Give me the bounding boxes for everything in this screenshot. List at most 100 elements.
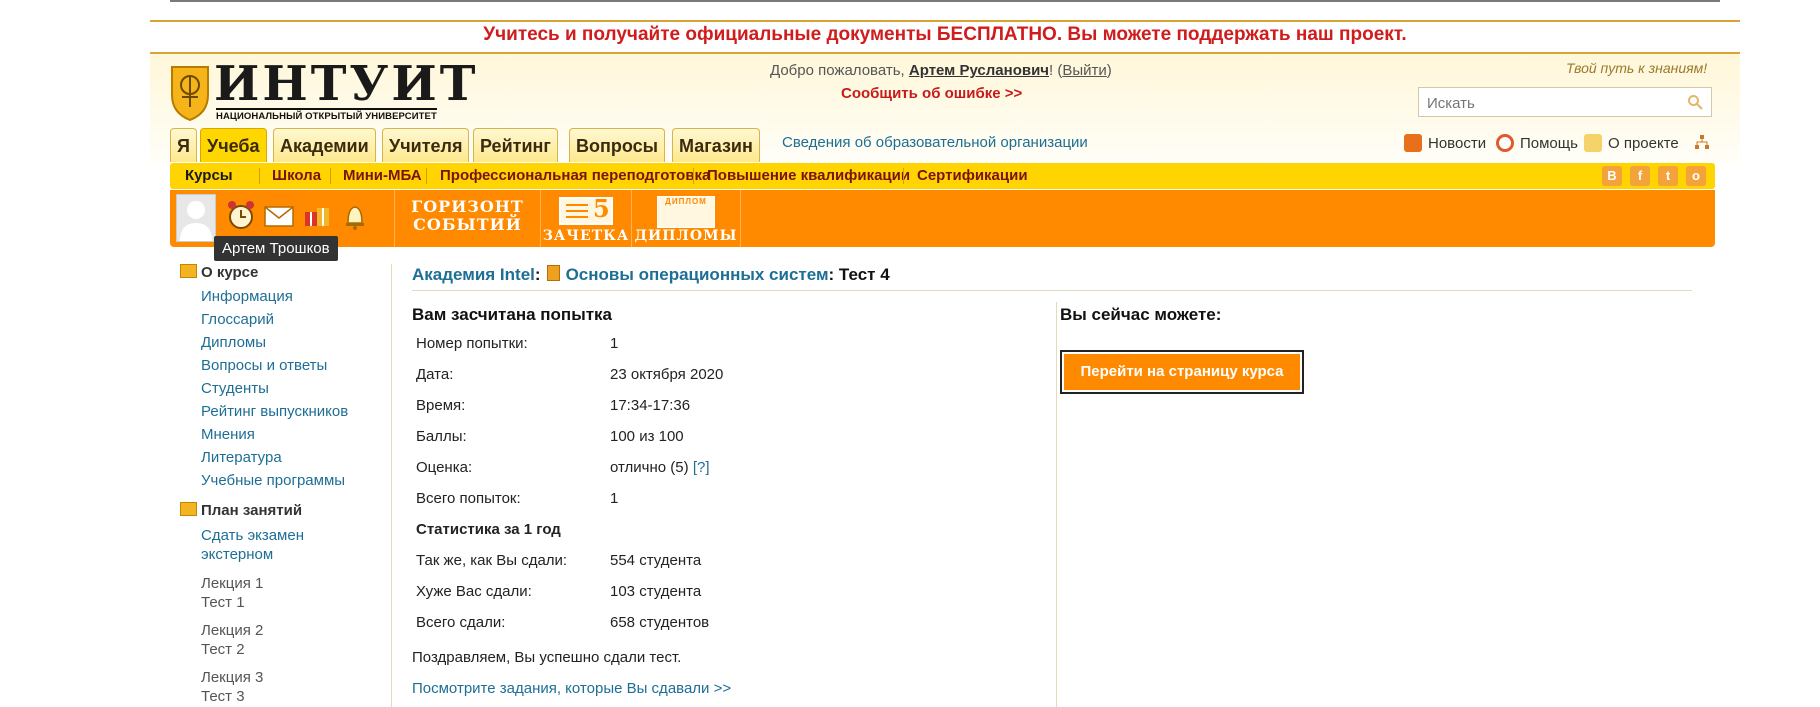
mail-icon[interactable]	[262, 198, 296, 232]
user-name-link[interactable]: Артем Русланович	[909, 62, 1049, 79]
intuit-logo[interactable]: ИНТУИТ НАЦИОНАЛЬНЫЙ ОТКРЫТЫЙ УНИВЕРСИТЕТ	[170, 56, 475, 124]
course-page-button[interactable]: Перейти на страницу курса	[1060, 350, 1304, 394]
view-tasks-link[interactable]: Посмотрите задания, которые Вы сдавали >…	[412, 680, 731, 697]
search-input[interactable]	[1425, 89, 1679, 117]
alarm-clock-icon[interactable]	[224, 198, 258, 232]
diploma-tag: ДИПЛОМ	[665, 197, 707, 206]
welcome-excl: !	[1049, 62, 1054, 79]
row-label: Время:	[416, 397, 466, 414]
breadcrumb: Академия Intel: Основы операционных систе…	[412, 265, 890, 285]
stats-row: Всего сдали: 658 студентов	[416, 614, 709, 631]
events-line1: ГОРИЗОНТ	[411, 197, 524, 216]
top-divider	[170, 0, 1720, 2]
row-value: 658 студентов	[610, 614, 710, 631]
lesson-1[interactable]: Лекция 1 Тест 1	[201, 574, 263, 612]
tab-teachers[interactable]: Учителя	[382, 128, 470, 162]
about-label: О проекте	[1608, 135, 1679, 152]
tab-study[interactable]: Учеба	[200, 128, 267, 162]
column-divider	[1056, 302, 1057, 707]
folder-icon	[180, 502, 197, 516]
breadcrumb-divider	[412, 290, 1692, 291]
grade-help-link[interactable]: [?]	[693, 459, 710, 476]
sidebar-item-diplomas[interactable]: Дипломы	[201, 333, 266, 352]
logout-link[interactable]: Выйти	[1062, 62, 1106, 79]
bell-icon[interactable]	[338, 198, 372, 232]
sub-menu: Курсы Школа Мини-МБА Профессиональная пе…	[170, 163, 1715, 189]
lecture-label: Лекция 3	[201, 669, 264, 686]
org-info-link[interactable]: Сведения об образовательной организации	[782, 134, 1088, 151]
submenu-courses[interactable]: Курсы	[185, 167, 233, 184]
tab-rating[interactable]: Рейтинг	[473, 128, 558, 162]
breadcrumb-course[interactable]: Основы операционных систем	[566, 265, 829, 284]
events-horizon-promo[interactable]: ГОРИЗОНТ СОБЫТИЙ	[394, 190, 540, 247]
row-value: 1	[610, 490, 619, 507]
diplomas-promo[interactable]: ДИПЛОМ ДИПЛОМЫ	[631, 190, 741, 247]
submenu-mini-mba[interactable]: Мини-МБА	[343, 167, 422, 184]
tab-shop[interactable]: Магазин	[672, 128, 760, 162]
lesson-3[interactable]: Лекция 3 Тест 3	[201, 668, 263, 706]
row-label: Всего сдали:	[416, 614, 506, 631]
user-tooltip: Артем Трошков	[214, 236, 338, 261]
row-value: 100 из 100	[610, 428, 684, 445]
external-exam-link[interactable]: Сдать экзамен экстерном	[201, 526, 304, 564]
gradebook-promo[interactable]: 5 ЗАЧЕТКА	[540, 190, 631, 247]
tab-me[interactable]: Я	[170, 128, 197, 162]
logo-subtitle: НАЦИОНАЛЬНЫЙ ОТКРЫТЫЙ УНИВЕРСИТЕТ	[216, 108, 437, 122]
result-heading: Вам засчитана попытка	[412, 305, 612, 324]
row-label: Баллы:	[416, 428, 467, 445]
about-icon	[1584, 134, 1602, 152]
external-exam-line1: Сдать экзамен	[201, 527, 304, 544]
congrats-text: Поздравляем, Вы успешно сдали тест.	[412, 649, 682, 666]
search-icon[interactable]	[1687, 94, 1703, 110]
help-link[interactable]: Помощь	[1496, 134, 1578, 152]
about-course-label: О курсе	[201, 264, 259, 281]
submenu-certifications[interactable]: Сертификации	[917, 167, 1028, 184]
submenu-school[interactable]: Школа	[272, 167, 321, 184]
events-line2: СОБЫТИЙ	[413, 215, 522, 234]
row-label: Оценка:	[416, 459, 473, 476]
about-course-heading[interactable]: О курсе	[180, 264, 258, 281]
sidebar-item-info[interactable]: Информация	[201, 287, 293, 306]
odnoklassniki-icon[interactable]: о	[1686, 166, 1706, 186]
report-error-link[interactable]: Сообщить об ошибке >>	[841, 85, 1022, 102]
row-value: 23 октября 2020	[610, 366, 724, 383]
lesson-2[interactable]: Лекция 2 Тест 2	[201, 621, 263, 659]
search-box	[1418, 87, 1712, 117]
row-value: 1	[610, 335, 619, 352]
sidebar-item-opinions[interactable]: Мнения	[201, 425, 255, 444]
sitemap-icon[interactable]	[1694, 134, 1710, 154]
vk-icon[interactable]: В	[1602, 166, 1622, 186]
sidebar-item-glossary[interactable]: Глоссарий	[201, 310, 274, 329]
breadcrumb-academy[interactable]: Академия Intel	[412, 265, 535, 284]
lesson-plan-label: План занятий	[201, 502, 303, 519]
submenu-divider	[693, 168, 694, 184]
diplomas-label: ДИПЛОМЫ	[634, 228, 738, 244]
result-row: Всего попыток: 1	[416, 490, 618, 507]
sidebar-item-qa[interactable]: Вопросы и ответы	[201, 356, 327, 375]
lesson-plan-heading[interactable]: План занятий	[180, 502, 302, 519]
row-label: Дата:	[416, 366, 454, 383]
tab-questions[interactable]: Вопросы	[569, 128, 666, 162]
tab-academies[interactable]: Академии	[273, 128, 376, 162]
about-link[interactable]: О проекте	[1584, 134, 1679, 152]
submenu-retraining[interactable]: Профессиональная переподготовка	[440, 167, 710, 184]
test-label: Тест 2	[201, 641, 245, 658]
gradebook-label: ЗАЧЕТКА	[542, 228, 630, 244]
news-link[interactable]: Новости	[1404, 134, 1486, 152]
submenu-qualification[interactable]: Повышение квалификации	[707, 167, 910, 184]
test-label: Тест 3	[201, 688, 245, 705]
sidebar-item-students[interactable]: Студенты	[201, 379, 269, 398]
facebook-icon[interactable]: f	[1630, 166, 1650, 186]
sidebar-item-programs[interactable]: Учебные программы	[201, 471, 345, 490]
sidebar-item-literature[interactable]: Литература	[201, 448, 282, 467]
row-value: 554 студента	[610, 552, 702, 569]
help-label: Помощь	[1520, 135, 1578, 152]
test-label: Тест 1	[201, 594, 245, 611]
avatar[interactable]	[176, 194, 216, 242]
twitter-icon[interactable]: t	[1658, 166, 1678, 186]
row-value: отлично (5)	[610, 459, 689, 476]
sidebar-item-rating[interactable]: Рейтинг выпускников	[201, 402, 348, 421]
logo-title: ИНТУИТ	[214, 56, 479, 112]
external-exam-line2: экстерном	[201, 546, 274, 563]
gifts-icon[interactable]	[300, 198, 334, 232]
